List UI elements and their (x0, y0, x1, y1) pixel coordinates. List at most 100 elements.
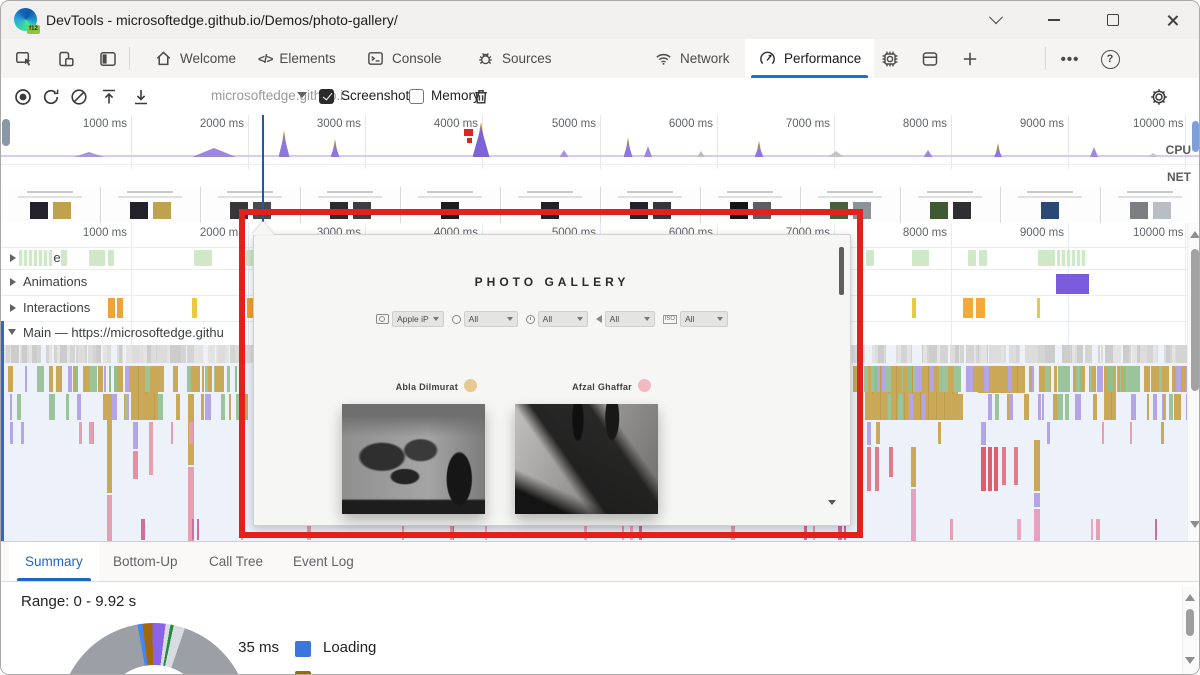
lcp-marker-icon[interactable] (467, 138, 472, 143)
filmstrip-thumbnail[interactable] (501, 187, 601, 223)
bug-icon (476, 49, 495, 68)
filmstrip-thumbnail[interactable] (601, 187, 701, 223)
filmstrip-thumbnail[interactable] (1001, 187, 1101, 223)
tab-network[interactable]: Network (641, 39, 743, 78)
tab-console[interactable]: Console (353, 39, 455, 78)
tab-performance[interactable]: Performance (745, 39, 874, 78)
close-button[interactable] (1149, 1, 1195, 39)
thumb-photo (230, 202, 248, 219)
flame-bar (1144, 366, 1150, 392)
tab-welcome[interactable]: Welcome (141, 39, 249, 78)
flame-bar (221, 366, 224, 392)
memory-tool-button[interactable] (877, 46, 903, 72)
timeline-overview[interactable]: 1000 ms2000 ms3000 ms4000 ms5000 ms6000 … (1, 115, 1199, 188)
tab-call-tree[interactable]: Call Tree (193, 542, 279, 581)
filmstrip-thumbnail[interactable] (301, 187, 401, 223)
filmstrip-thumbnail[interactable] (901, 187, 1001, 223)
drawer-icon (920, 49, 940, 69)
overview-right-handle[interactable] (1192, 121, 1199, 152)
flame-stack-segment (1034, 440, 1040, 491)
track-label-animations[interactable]: Animations (23, 274, 87, 289)
cpu-peak (755, 146, 764, 157)
flame-bar (1102, 422, 1104, 444)
flame-bar (10, 394, 12, 420)
add-tools-button[interactable] (957, 46, 983, 72)
close-icon (1166, 14, 1179, 27)
device-emulation-button[interactable] (53, 46, 79, 72)
dock-panel-button[interactable] (95, 46, 121, 72)
scroll-up-icon[interactable] (1185, 594, 1195, 601)
capture-settings-button[interactable] (1147, 85, 1171, 109)
screenshots-checkbox[interactable] (319, 89, 334, 104)
frames-expand-arrow-icon[interactable] (10, 254, 16, 262)
main-collapse-arrow-icon[interactable] (8, 329, 16, 335)
lcp-marker-icon[interactable] (464, 129, 473, 136)
flame-bar (888, 394, 891, 420)
minimize-button[interactable] (1031, 1, 1077, 39)
flame-bar (74, 366, 76, 392)
summary-scrollbar[interactable] (1182, 587, 1197, 675)
tab-label: Sources (502, 51, 552, 66)
cpu-peak (624, 142, 633, 157)
filmstrip-thumbnail[interactable] (201, 187, 301, 223)
filmstrip-thumbnail[interactable] (101, 187, 201, 223)
flame-stack-segment (133, 451, 138, 479)
filmstrip-thumbnail[interactable] (701, 187, 801, 223)
scroll-down-icon[interactable] (1190, 521, 1199, 528)
tracks-scrollbar[interactable] (1187, 223, 1199, 541)
more-options-button[interactable]: ••• (1057, 46, 1083, 72)
flame-bar (125, 394, 128, 420)
flame-bar (151, 345, 156, 363)
flame-bar (922, 394, 925, 420)
flame-bar (1105, 345, 1113, 363)
tab-sources[interactable]: Sources (463, 39, 565, 78)
flame-bar (90, 366, 97, 392)
reload-and-record-button[interactable] (39, 85, 63, 109)
interactions-expand-arrow-icon[interactable] (10, 304, 16, 312)
load-profile-button[interactable] (97, 85, 121, 109)
target-dropdown-caret-icon[interactable] (297, 92, 307, 98)
flame-bar (913, 366, 916, 392)
filmstrip-thumbnail[interactable] (801, 187, 901, 223)
tab-label: Welcome (180, 51, 236, 66)
delete-recording-button[interactable] (469, 85, 493, 109)
flame-bar (1098, 345, 1100, 363)
filmstrip-thumbnail[interactable] (1101, 187, 1199, 223)
inspect-element-button[interactable] (11, 46, 37, 72)
playhead-line[interactable] (262, 115, 264, 223)
filmstrip-thumbnail[interactable] (1, 187, 101, 223)
scroll-down-icon[interactable] (1185, 657, 1195, 664)
overview-left-handle[interactable] (2, 119, 10, 146)
cpu-peak (74, 152, 104, 157)
tab-label: Performance (784, 51, 861, 66)
maximize-button[interactable] (1090, 1, 1136, 39)
tab-summary[interactable]: Summary (9, 542, 99, 581)
track-label-main[interactable]: Main — https://microsoftedge.githu (23, 325, 224, 340)
tab-elements[interactable]: </> Elements (245, 39, 349, 78)
help-button[interactable]: ? (1097, 46, 1123, 72)
scroll-up-icon[interactable] (1190, 231, 1199, 238)
scrollbar-thumb[interactable] (1186, 609, 1194, 636)
flame-bar (201, 345, 203, 363)
tab-bottom-up[interactable]: Bottom-Up (97, 542, 194, 581)
flame-bar (1085, 345, 1092, 363)
save-profile-button[interactable] (129, 85, 153, 109)
memory-checkbox[interactable] (409, 89, 424, 104)
track-label-interactions[interactable]: Interactions (23, 300, 90, 315)
filmstrip-thumbnail[interactable] (401, 187, 501, 223)
flame-bar (147, 394, 153, 420)
thumb-photo (1041, 202, 1059, 219)
scrollbar-thumb[interactable] (1191, 249, 1199, 391)
tab-event-log[interactable]: Event Log (277, 542, 370, 581)
screenshot-filmstrip[interactable] (1, 187, 1199, 224)
flame-bar (221, 394, 225, 420)
flash-filter-select: All (605, 311, 655, 327)
tick-label: 2000 ms (160, 227, 244, 239)
flame-bar (877, 366, 880, 392)
drawer-tool-button[interactable] (917, 46, 943, 72)
record-button[interactable] (11, 85, 35, 109)
dock-options-button[interactable] (973, 1, 1019, 39)
thumb-photo (353, 202, 371, 219)
animations-expand-arrow-icon[interactable] (10, 278, 16, 286)
clear-recording-button[interactable] (67, 85, 91, 109)
